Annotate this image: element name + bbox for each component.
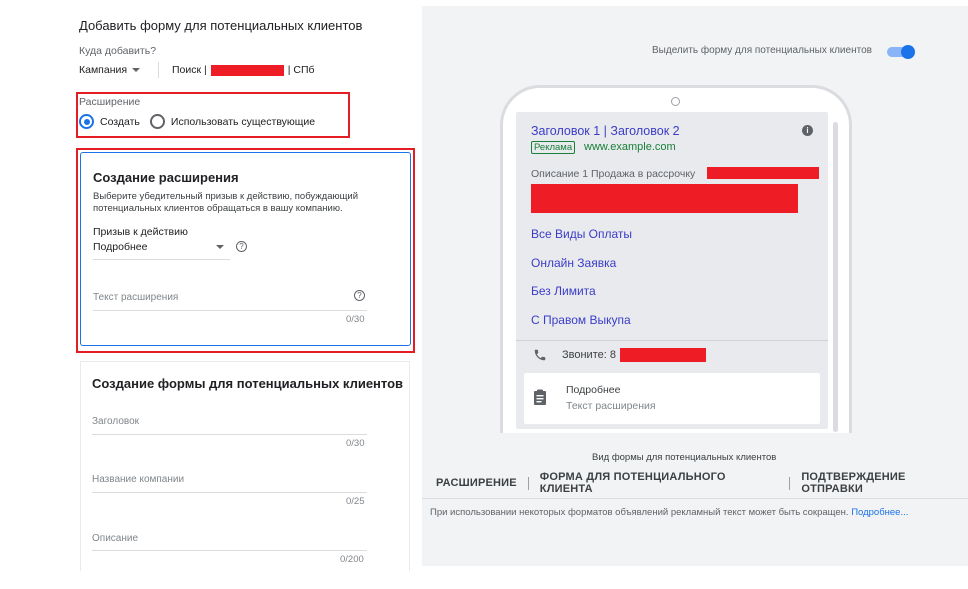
tab-separator xyxy=(789,476,791,490)
preview-tabs: РАСШИРЕНИЕ ФОРМА ДЛЯ ПОТЕНЦИАЛЬНОГО КЛИЕ… xyxy=(436,471,968,495)
preview-scrollbar[interactable] xyxy=(833,122,838,432)
company-name-field[interactable]: Название компании xyxy=(92,474,184,485)
extension-preview-title: Подробнее xyxy=(566,384,621,396)
help-icon[interactable]: ? xyxy=(236,241,247,252)
radio-use-existing[interactable] xyxy=(149,114,165,129)
redaction-block xyxy=(619,348,706,362)
clipboard-icon xyxy=(534,389,546,405)
create-extension-description: Выберите убедительный призыв к действию,… xyxy=(93,191,359,214)
ad-url: www.example.com xyxy=(584,141,676,153)
info-icon[interactable]: i xyxy=(802,125,813,136)
ad-description: Описание 1 Продажа в рассрочку xyxy=(531,168,695,180)
extension-text-underline xyxy=(93,310,367,311)
extension-text-counter: 0/30 xyxy=(346,314,365,325)
sitelink[interactable]: Все Виды Оплаты xyxy=(531,227,632,241)
extension-text-input[interactable]: Текст расширения xyxy=(93,292,178,303)
cta-select-value: Подробнее xyxy=(93,241,148,253)
cta-select[interactable]: Подробнее xyxy=(93,241,230,260)
ad-headline: Заголовок 1 | Заголовок 2 xyxy=(531,124,680,138)
phone-icon xyxy=(534,349,546,361)
call-text: Звоните: 8 xyxy=(562,349,616,361)
campaign-select-value: Кампания xyxy=(79,64,128,76)
redaction-block xyxy=(531,184,798,213)
radio-create[interactable] xyxy=(79,114,94,129)
description-field[interactable]: Описание xyxy=(92,533,138,544)
highlight-toggle[interactable] xyxy=(885,45,915,59)
chevron-down-icon xyxy=(132,68,141,72)
divider xyxy=(422,498,968,499)
highlight-toggle-label: Выделить форму для потенциальных клиенто… xyxy=(652,45,872,56)
footnote: При использовании некоторых форматов объ… xyxy=(430,507,908,518)
extension-preview-subtitle: Текст расширения xyxy=(566,400,656,412)
headline-field[interactable]: Заголовок xyxy=(92,416,139,427)
chevron-down-icon xyxy=(216,245,224,249)
radio-create-label[interactable]: Создать xyxy=(100,116,140,128)
create-extension-title: Создание расширения xyxy=(93,170,239,185)
company-name-underline xyxy=(92,492,367,493)
sitelink[interactable]: Без Лимита xyxy=(531,284,596,298)
page-title: Добавить форму для потенциальных клиенто… xyxy=(79,18,363,33)
radio-use-existing-label[interactable]: Использовать существующие xyxy=(171,116,315,128)
description-underline xyxy=(92,550,367,551)
campaign-name[interactable]: Поиск | | СПб xyxy=(172,64,315,76)
cta-label: Призыв к действию xyxy=(93,226,188,238)
tab-extension[interactable]: РАСШИРЕНИЕ xyxy=(436,477,517,489)
tab-lead-form[interactable]: ФОРМА ДЛЯ ПОТЕНЦИАЛЬНОГО КЛИЕНТА xyxy=(540,471,779,495)
redaction-block xyxy=(707,167,819,179)
toggle-knob xyxy=(901,45,915,59)
headline-underline xyxy=(92,434,367,435)
phone-camera-icon xyxy=(671,97,680,106)
sitelink[interactable]: Онлайн Заявка xyxy=(531,256,616,270)
sitelink[interactable]: С Правом Выкупа xyxy=(531,313,631,327)
extension-label: Расширение xyxy=(79,96,141,108)
headline-counter: 0/30 xyxy=(346,438,365,449)
tab-separator xyxy=(527,476,529,490)
campaign-select[interactable]: Кампания xyxy=(79,64,141,76)
call-extension[interactable]: Звоните: 8 xyxy=(533,348,706,362)
description-counter: 0/200 xyxy=(340,554,364,565)
extension-preview-card[interactable] xyxy=(524,373,820,424)
tab-submit-confirmation[interactable]: ПОДТВЕРЖДЕНИЕ ОТПРАВКИ xyxy=(801,471,968,495)
learn-more-link[interactable]: Подробнее... xyxy=(851,507,908,518)
company-name-counter: 0/25 xyxy=(346,496,365,507)
divider xyxy=(158,62,159,78)
lead-form-title: Создание формы для потенциальных клиенто… xyxy=(92,376,404,391)
ad-badge: Реклама xyxy=(531,141,576,154)
redaction-block xyxy=(210,64,284,76)
divider xyxy=(516,340,828,341)
footnote-text: При использовании некоторых форматов объ… xyxy=(430,507,849,518)
campaign-name-suffix: | СПб xyxy=(287,64,315,76)
view-label: Вид формы для потенциальных клиентов xyxy=(592,452,777,463)
ad-description-text: Описание 1 Продажа в рассрочку xyxy=(531,168,696,180)
campaign-name-prefix: Поиск | xyxy=(172,64,207,76)
help-icon[interactable]: ? xyxy=(354,290,365,301)
extension-radio-group: Создать Использовать существующие xyxy=(79,114,315,129)
destination-label: Куда добавить? xyxy=(79,45,157,57)
